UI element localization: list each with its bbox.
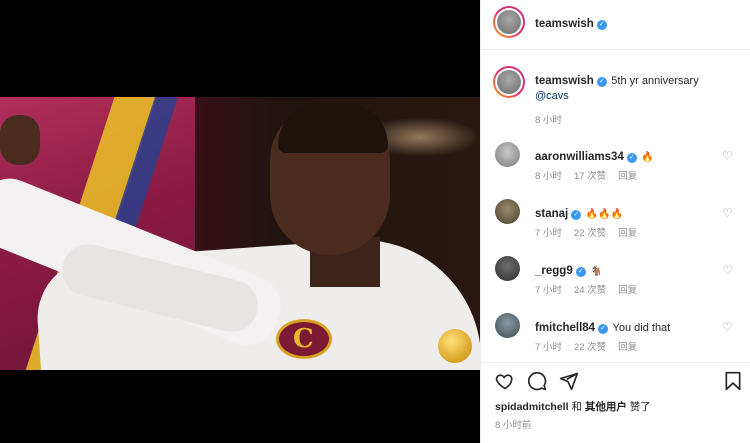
avatar[interactable]	[495, 313, 520, 338]
caption-block: teamswish ✓ 5th yr anniversary @cavs 8 小时	[481, 64, 750, 126]
share-icon[interactable]	[559, 371, 579, 391]
cavs-logo	[276, 319, 332, 359]
comment-text: You did that	[612, 322, 671, 334]
verified-icon: ✓	[598, 324, 609, 334]
heart-icon[interactable]: ♡	[722, 264, 734, 276]
comment-likes[interactable]: 17 次赞	[574, 171, 606, 182]
comment-icon[interactable]	[527, 371, 547, 391]
comment-username[interactable]: fmitchell84	[535, 322, 595, 334]
verified-icon: ✓	[575, 267, 586, 277]
likes-summary: spidadmitchell 和 其他用户 赞了	[495, 401, 651, 413]
trophy-graphic	[438, 329, 472, 363]
comment-username[interactable]: _regg9	[535, 265, 573, 277]
post-timestamp[interactable]: 8 小时前	[495, 417, 531, 431]
caption-time[interactable]: 8 小时	[535, 115, 562, 126]
heart-icon[interactable]: ♡	[722, 207, 734, 219]
verified-icon: ✓	[626, 153, 637, 163]
video-frame[interactable]	[0, 97, 480, 370]
verified-icon: ✓	[596, 77, 607, 87]
action-bar: spidadmitchell 和 其他用户 赞了 8 小时前	[481, 362, 750, 443]
heart-icon[interactable]: ♡	[722, 150, 734, 162]
post-panel: teamswish ✓ teamswish ✓ 5th yr anniversary…	[480, 0, 750, 443]
heart-icon[interactable]	[495, 371, 515, 391]
comment-text: 🐐	[590, 266, 603, 277]
comment-time[interactable]: 7 小时	[535, 228, 562, 239]
comment-text: 🔥	[641, 152, 654, 163]
author-avatar[interactable]	[493, 6, 525, 38]
other-users-link[interactable]: 其他用户	[585, 401, 627, 413]
comment-likes[interactable]: 22 次赞	[574, 342, 606, 353]
comment-time[interactable]: 7 小时	[535, 285, 562, 296]
caption-text: 5th yr anniversary	[611, 75, 699, 87]
reply-button[interactable]: 回复	[618, 171, 637, 182]
caption-mention[interactable]: @cavs	[535, 90, 569, 102]
liker-username[interactable]: spidadmitchell	[495, 401, 569, 413]
media-area	[0, 0, 480, 443]
comment-text: 🔥🔥🔥	[585, 209, 624, 220]
reply-button[interactable]: 回复	[618, 228, 637, 239]
verified-icon: ✓	[571, 210, 582, 220]
comment-item: aaronwilliams34 ✓ 🔥 8 小时 17 次赞 回复 ♡	[481, 142, 750, 200]
reply-button[interactable]: 回复	[618, 342, 637, 353]
heart-icon[interactable]: ♡	[722, 321, 734, 333]
reply-button[interactable]: 回复	[618, 285, 637, 296]
avatar[interactable]	[495, 256, 520, 281]
avatar[interactable]	[495, 199, 520, 224]
comment-item: stanaj ✓ 🔥🔥🔥 7 小时 22 次赞 回复 ♡	[481, 199, 750, 257]
comment-likes[interactable]: 24 次赞	[574, 285, 606, 296]
comment-time[interactable]: 8 小时	[535, 171, 562, 182]
comment-likes[interactable]: 22 次赞	[574, 228, 606, 239]
verified-icon: ✓	[596, 20, 607, 30]
comment-item: _regg9 ✓ 🐐 7 小时 24 次赞 回复 ♡	[481, 256, 750, 314]
avatar[interactable]	[495, 142, 520, 167]
caption-avatar[interactable]	[493, 66, 525, 98]
comment-time[interactable]: 7 小时	[535, 342, 562, 353]
bookmark-icon[interactable]	[723, 371, 743, 391]
post-header: teamswish ✓	[481, 0, 750, 50]
author-username[interactable]: teamswish	[535, 18, 594, 30]
comment-username[interactable]: stanaj	[535, 208, 568, 220]
comment-username[interactable]: aaronwilliams34	[535, 151, 624, 163]
